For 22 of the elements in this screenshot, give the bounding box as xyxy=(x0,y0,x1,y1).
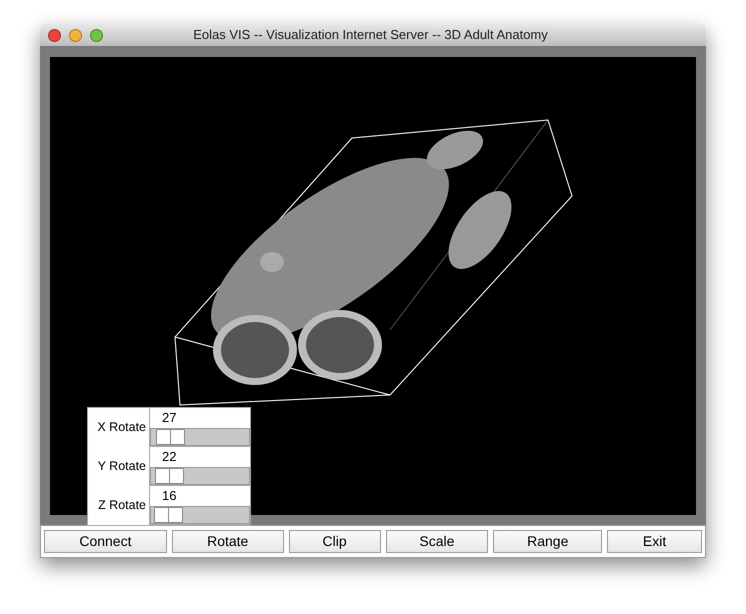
minimize-icon[interactable] xyxy=(69,28,82,42)
toolbar-button[interactable]: Connect xyxy=(44,530,167,553)
window-title: Eolas VIS -- Visualization Internet Server -- 3D Adult Anatomy xyxy=(193,26,548,44)
rotate-label: X Rotate xyxy=(96,419,147,436)
rotate-label: Z Rotate xyxy=(97,497,147,514)
rotate-label: Y Rotate xyxy=(96,458,147,476)
slider-thumb[interactable] xyxy=(156,429,186,445)
slider-track[interactable] xyxy=(150,467,250,485)
toolbar-button[interactable]: Scale xyxy=(386,530,488,553)
rotate-value: 16 xyxy=(161,487,178,505)
slider-track[interactable] xyxy=(150,506,250,524)
close-icon[interactable] xyxy=(48,28,61,42)
slider-thumb[interactable] xyxy=(154,507,183,523)
toolbar-button[interactable]: Range xyxy=(493,530,602,553)
slider-track[interactable] xyxy=(150,428,250,446)
toolbar-button[interactable]: Exit xyxy=(607,530,702,553)
zoom-icon[interactable] xyxy=(90,28,103,42)
rotate-value: 27 xyxy=(161,409,178,427)
toolbar-button[interactable]: Clip xyxy=(288,530,380,553)
toolbar-button[interactable]: Rotate xyxy=(172,530,284,553)
slider-thumb[interactable] xyxy=(155,468,184,484)
rotate-value: 22 xyxy=(161,448,178,466)
